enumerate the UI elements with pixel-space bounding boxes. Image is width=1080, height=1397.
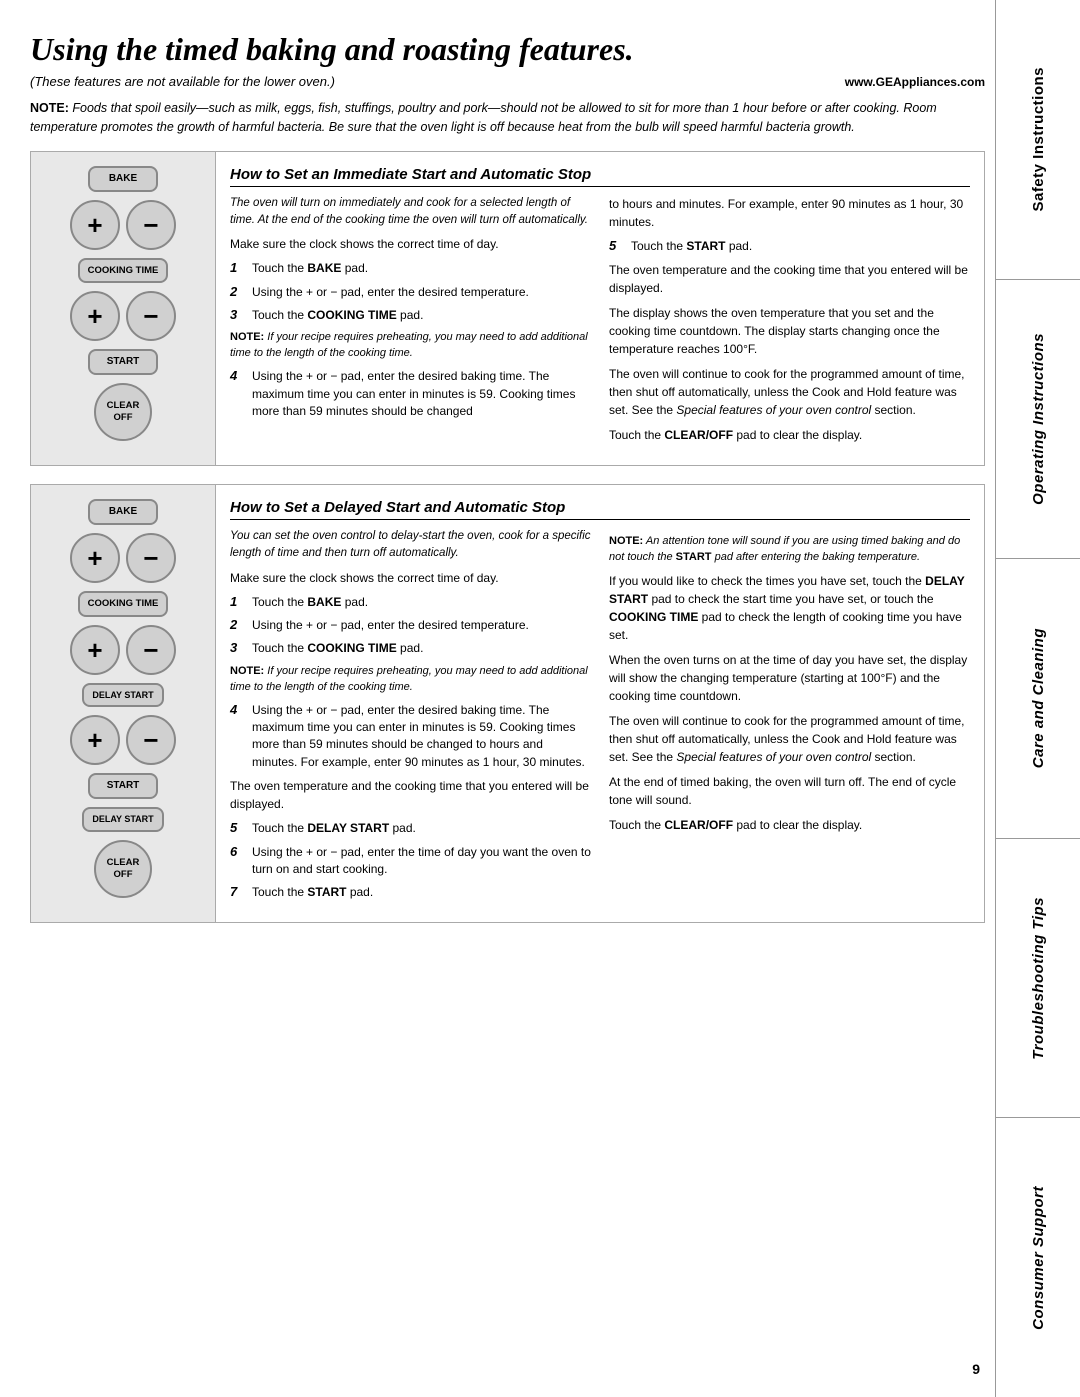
sidebar-consumer: Consumer Support [996, 1118, 1080, 1397]
minus-button-2[interactable]: − [126, 291, 176, 341]
bake-button-2[interactable]: BAKE [88, 499, 158, 525]
section1-text1: The oven temperature and the cooking tim… [609, 261, 970, 297]
plus-minus-row-3: + − [70, 533, 176, 583]
plus-button-1[interactable]: + [70, 200, 120, 250]
section2-content: How to Set a Delayed Start and Automatic… [216, 485, 984, 922]
clear-label: CLEAR [107, 400, 140, 412]
section2-step5: 5 Touch the DELAY START pad. [230, 820, 591, 837]
clear-label-2: CLEAR [107, 857, 140, 869]
section1-step5: 5 Touch the START pad. [609, 238, 970, 255]
minus-button-5[interactable]: − [126, 715, 176, 765]
section2-intro: You can set the oven control to delay-st… [230, 528, 591, 561]
sidebar-safety-label: Safety Instructions [1030, 67, 1047, 212]
section1-text4: Touch the CLEAR/OFF pad to clear the dis… [609, 426, 970, 444]
start-button-1[interactable]: START [88, 349, 158, 375]
plus-button-4[interactable]: + [70, 625, 120, 675]
page-subtitle: (These features are not available for th… [30, 74, 335, 89]
section2-controls: BAKE + − COOKING TIME + − DELAY START + … [31, 485, 216, 922]
section2-text2: When the oven turns on at the time of da… [609, 651, 970, 705]
delay-start-button-2[interactable]: DELAY START [82, 807, 163, 832]
section1-intro: The oven will turn on immediately and co… [230, 195, 591, 228]
section1-step2: 2 Using the + or − pad, enter the desire… [230, 284, 591, 301]
plus-button-5[interactable]: + [70, 715, 120, 765]
note-text: Foods that spoil easily—such as milk, eg… [30, 101, 937, 134]
section1-col-right: to hours and minutes. For example, enter… [609, 195, 970, 451]
content-area: Using the timed baking and roasting feat… [0, 0, 995, 1397]
section1-two-col: The oven will turn on immediately and co… [230, 195, 970, 451]
page-title: Using the timed baking and roasting feat… [30, 30, 985, 68]
subtitle-row: (These features are not available for th… [30, 74, 985, 89]
clear-off-button-2[interactable]: CLEAR OFF [94, 840, 152, 898]
section2-block: BAKE + − COOKING TIME + − DELAY START + … [30, 484, 985, 923]
section2-text1: If you would like to check the times you… [609, 572, 970, 644]
minus-button-1[interactable]: − [126, 200, 176, 250]
section1-heading: How to Set an Immediate Start and Automa… [230, 166, 970, 187]
sidebar-safety: Safety Instructions [996, 0, 1080, 280]
cooking-time-button-2[interactable]: COOKING TIME [78, 591, 169, 616]
section1-step0: Make sure the clock shows the correct ti… [230, 235, 591, 253]
section1-text2: The display shows the oven temperature t… [609, 304, 970, 358]
start-button-2[interactable]: START [88, 773, 158, 799]
section1-block: BAKE + − COOKING TIME + − START CLEAR OF… [30, 151, 985, 466]
section2-step2: 2 Using the + or − pad, enter the desire… [230, 617, 591, 634]
clear-off-button-1[interactable]: CLEAR OFF [94, 383, 152, 441]
section2-text-after4: The oven temperature and the cooking tim… [230, 777, 591, 813]
section1-step4: 4 Using the + or − pad, enter the desire… [230, 368, 591, 420]
minus-button-3[interactable]: − [126, 533, 176, 583]
plus-button-2[interactable]: + [70, 291, 120, 341]
plus-minus-row-4: + − [70, 625, 176, 675]
section2-step1: 1 Touch the BAKE pad. [230, 594, 591, 611]
website-url: www.GEAppliances.com [845, 75, 985, 89]
minus-button-4[interactable]: − [126, 625, 176, 675]
section1-col-left: The oven will turn on immediately and co… [230, 195, 591, 451]
section1-step3: 3 Touch the COOKING TIME pad. [230, 307, 591, 324]
section2-step0: Make sure the clock shows the correct ti… [230, 569, 591, 587]
plus-minus-row-5: + − [70, 715, 176, 765]
section2-col-left: You can set the oven control to delay-st… [230, 528, 591, 908]
sidebar-operating-label: Operating Instructions [1030, 333, 1047, 505]
section1-note: NOTE: If your recipe requires preheating… [230, 330, 591, 362]
section2-heading: How to Set a Delayed Start and Automatic… [230, 499, 970, 520]
plus-minus-row-1: + − [70, 200, 176, 250]
note-prefix: NOTE: [30, 101, 69, 115]
sidebar-operating: Operating Instructions [996, 280, 1080, 560]
sidebar-troubleshooting: Troubleshooting Tips [996, 839, 1080, 1119]
section1-controls: BAKE + − COOKING TIME + − START CLEAR OF… [31, 152, 216, 465]
section2-text4: At the end of timed baking, the oven wil… [609, 773, 970, 809]
section1-content: How to Set an Immediate Start and Automa… [216, 152, 984, 465]
section2-note: NOTE: If your recipe requires preheating… [230, 664, 591, 696]
page-wrapper: Using the timed baking and roasting feat… [0, 0, 1080, 1397]
section2-step7: 7 Touch the START pad. [230, 884, 591, 901]
section2-step4: 4 Using the + or − pad, enter the desire… [230, 702, 591, 772]
sidebar-care: Care and Cleaning [996, 559, 1080, 839]
section2-step6: 6 Using the + or − pad, enter the time o… [230, 844, 591, 879]
sidebar-care-label: Care and Cleaning [1030, 628, 1047, 768]
right-sidebar: Safety Instructions Operating Instructio… [995, 0, 1080, 1397]
section2-text3: The oven will continue to cook for the p… [609, 712, 970, 766]
section2-two-col: You can set the oven control to delay-st… [230, 528, 970, 908]
delay-start-button-1[interactable]: DELAY START [82, 683, 163, 708]
section2-step3: 3 Touch the COOKING TIME pad. [230, 640, 591, 657]
plus-minus-row-2: + − [70, 291, 176, 341]
sidebar-troubleshooting-label: Troubleshooting Tips [1030, 897, 1047, 1060]
bake-button[interactable]: BAKE [88, 166, 158, 192]
page-number: 9 [972, 1361, 980, 1377]
section2-note-right: NOTE: An attention tone will sound if yo… [609, 534, 970, 566]
section1-text3: The oven will continue to cook for the p… [609, 365, 970, 419]
sidebar-consumer-label: Consumer Support [1030, 1186, 1047, 1330]
section1-step1: 1 Touch the BAKE pad. [230, 260, 591, 277]
section2-col-right: NOTE: An attention tone will sound if yo… [609, 528, 970, 908]
off-label: OFF [114, 412, 133, 424]
off-label-2: OFF [114, 869, 133, 881]
main-note: NOTE: Foods that spoil easily—such as mi… [30, 99, 985, 137]
section2-text5: Touch the CLEAR/OFF pad to clear the dis… [609, 816, 970, 834]
plus-button-3[interactable]: + [70, 533, 120, 583]
section1-step4-cont: to hours and minutes. For example, enter… [609, 195, 970, 231]
cooking-time-button[interactable]: COOKING TIME [78, 258, 169, 283]
